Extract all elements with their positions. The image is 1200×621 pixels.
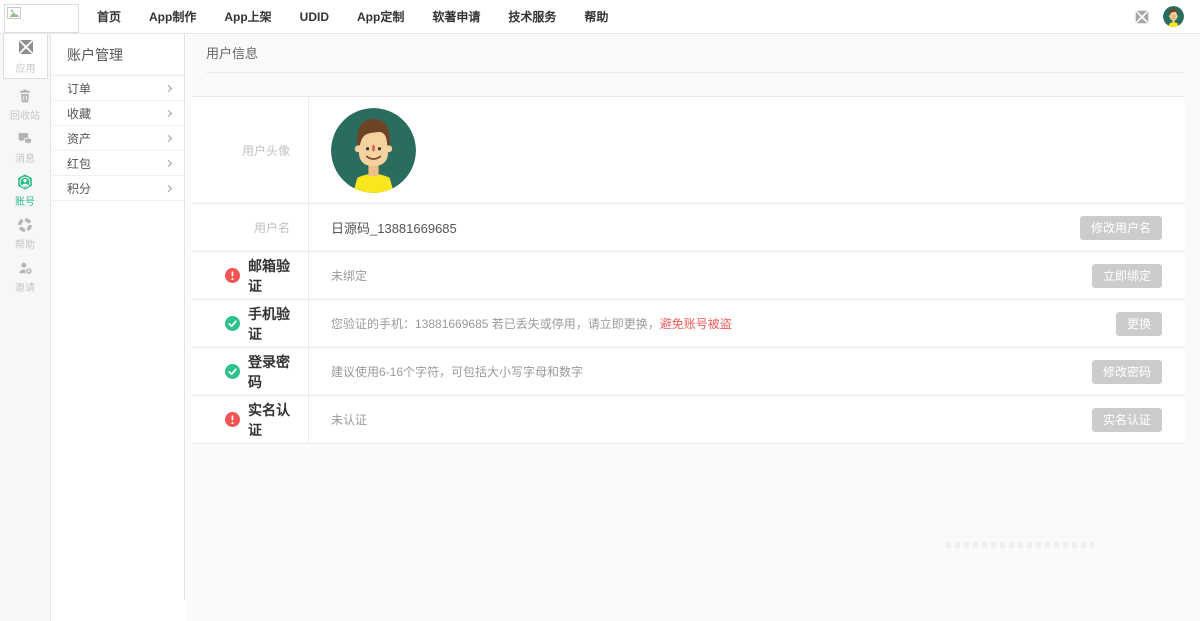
success-badge-icon xyxy=(225,316,240,331)
account-sidebar: 账户管理 订单 收藏 资产 红包 积分 xyxy=(52,34,185,600)
change-password-button[interactable]: 修改密码 xyxy=(1092,360,1162,384)
nav-item-tech-service[interactable]: 技术服务 xyxy=(508,8,556,25)
error-badge-icon xyxy=(225,268,240,283)
faint-watermark xyxy=(946,542,1094,548)
row-label-cell: 用户头像 xyxy=(191,97,309,203)
nav-item-app-build[interactable]: App制作 xyxy=(149,8,196,25)
realname-verify-button[interactable]: 实名认证 xyxy=(1092,408,1162,432)
user-info-table: 用户头像 用户名 日源码_13881669685 修改用户名 邮箱验证 xyxy=(191,96,1185,444)
realname-status-text: 未认证 xyxy=(331,411,367,428)
change-phone-button[interactable]: 更换 xyxy=(1116,312,1162,336)
nav-item-copyright[interactable]: 软著申请 xyxy=(432,8,480,25)
broken-image-icon xyxy=(7,7,23,21)
chevron-right-icon xyxy=(165,109,172,116)
row-label: 邮箱验证 xyxy=(248,256,290,296)
row-label: 实名认证 xyxy=(248,400,290,440)
lifebuoy-icon xyxy=(15,217,35,233)
row-value-cell: 建议使用6-16个字符，可包括大小写字母和数字 修改密码 xyxy=(309,348,1185,395)
table-row-phone-verify: 手机验证 您验证的手机：13881669685 若已丢失或停用，请立即更换， 避… xyxy=(191,300,1185,348)
email-status-text: 未绑定 xyxy=(331,267,367,284)
rail-label: 应用 xyxy=(16,60,36,75)
rail-label: 回收站 xyxy=(10,107,40,122)
trash-icon xyxy=(15,88,35,104)
row-label-cell: 邮箱验证 xyxy=(191,252,309,299)
rail-label: 消息 xyxy=(15,150,35,165)
phone-status-text: 您验证的手机：13881669685 若已丢失或停用，请立即更换， xyxy=(331,315,660,332)
user-avatar-large[interactable] xyxy=(331,108,416,193)
sidebar-item-label: 积分 xyxy=(67,180,91,197)
bind-email-button[interactable]: 立即绑定 xyxy=(1092,264,1162,288)
sidebar-title: 账户管理 xyxy=(52,34,184,76)
row-label-cell: 手机验证 xyxy=(191,300,309,347)
row-value-cell: 您验证的手机：13881669685 若已丢失或停用，请立即更换， 避免账号被盗… xyxy=(309,300,1185,347)
sidebar-item-assets[interactable]: 资产 xyxy=(52,126,184,151)
apps-icon xyxy=(16,37,36,57)
sidebar-item-orders[interactable]: 订单 xyxy=(52,76,184,101)
table-row-realname: 实名认证 未认证 实名认证 xyxy=(191,396,1185,444)
success-badge-icon xyxy=(225,364,240,379)
nav-item-home[interactable]: 首页 xyxy=(97,8,121,25)
row-value-cell xyxy=(309,97,1185,203)
top-bar: 首页 App制作 App上架 UDID App定制 软著申请 技术服务 帮助 xyxy=(0,0,1200,34)
nav-item-udid[interactable]: UDID xyxy=(300,10,329,24)
rail-item-help[interactable]: 帮助 xyxy=(0,217,50,251)
user-avatar-small[interactable] xyxy=(1163,6,1184,27)
table-row-username: 用户名 日源码_13881669685 修改用户名 xyxy=(191,204,1185,252)
rail-item-recycle[interactable]: 回收站 xyxy=(0,88,50,122)
account-icon xyxy=(15,174,35,190)
nav-item-help[interactable]: 帮助 xyxy=(584,8,608,25)
main-content: 用户信息 用户头像 用户名 日源码_13881669685 修改用户名 xyxy=(186,34,1200,621)
logo[interactable] xyxy=(4,4,79,33)
table-row-avatar: 用户头像 xyxy=(191,97,1185,204)
row-value-cell: 未绑定 立即绑定 xyxy=(309,252,1185,299)
rail-label: 帮助 xyxy=(15,236,35,251)
row-label: 用户名 xyxy=(254,219,290,236)
edit-username-button[interactable]: 修改用户名 xyxy=(1080,216,1162,240)
row-label: 手机验证 xyxy=(248,304,290,344)
apps-grid-icon[interactable] xyxy=(1133,8,1151,26)
table-row-password: 登录密码 建议使用6-16个字符，可包括大小写字母和数字 修改密码 xyxy=(191,348,1185,396)
row-value-cell: 日源码_13881669685 修改用户名 xyxy=(309,204,1185,251)
error-badge-icon xyxy=(225,412,240,427)
sidebar-item-label: 收藏 xyxy=(67,105,91,122)
rail-label: 账号 xyxy=(15,193,35,208)
icon-rail: 应用 回收站 消息 账号 帮助 xyxy=(0,34,51,621)
sidebar-item-favorites[interactable]: 收藏 xyxy=(52,101,184,126)
nav-item-app-publish[interactable]: App上架 xyxy=(224,8,271,25)
sidebar-item-label: 资产 xyxy=(67,130,91,147)
rail-item-apps[interactable]: 应用 xyxy=(3,34,48,79)
nav-item-app-custom[interactable]: App定制 xyxy=(357,8,404,25)
sidebar-item-redpacket[interactable]: 红包 xyxy=(52,151,184,176)
chat-icon xyxy=(15,131,35,147)
chevron-right-icon xyxy=(165,84,172,91)
row-label-cell: 实名认证 xyxy=(191,396,309,443)
rail-label: 邀请 xyxy=(15,279,35,294)
table-row-email-verify: 邮箱验证 未绑定 立即绑定 xyxy=(191,252,1185,300)
row-value-cell: 未认证 实名认证 xyxy=(309,396,1185,443)
row-label-cell: 登录密码 xyxy=(191,348,309,395)
page-title: 用户信息 xyxy=(206,43,1185,73)
rail-item-invite[interactable]: 邀请 xyxy=(0,260,50,294)
username-value: 日源码_13881669685 xyxy=(331,218,457,237)
account-theft-warning-link[interactable]: 避免账号被盗 xyxy=(660,315,732,332)
row-label-cell: 用户名 xyxy=(191,204,309,251)
rail-item-messages[interactable]: 消息 xyxy=(0,131,50,165)
sidebar-item-label: 红包 xyxy=(67,155,91,172)
chevron-right-icon xyxy=(165,134,172,141)
invite-user-icon xyxy=(15,260,35,276)
row-label: 用户头像 xyxy=(242,142,290,159)
top-navigation: 首页 App制作 App上架 UDID App定制 软著申请 技术服务 帮助 xyxy=(97,0,636,33)
rail-item-account[interactable]: 账号 xyxy=(0,174,50,208)
chevron-right-icon xyxy=(165,159,172,166)
password-hint-text: 建议使用6-16个字符，可包括大小写字母和数字 xyxy=(331,363,583,380)
sidebar-item-label: 订单 xyxy=(67,80,91,97)
row-label: 登录密码 xyxy=(248,352,290,392)
chevron-right-icon xyxy=(165,184,172,191)
sidebar-item-points[interactable]: 积分 xyxy=(52,176,184,201)
topbar-right xyxy=(1133,0,1184,33)
